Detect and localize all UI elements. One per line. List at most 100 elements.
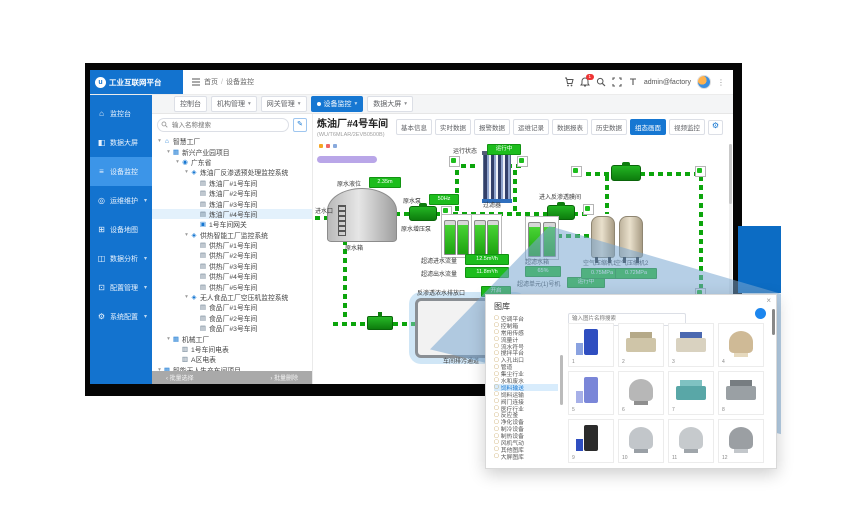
- gallery-item[interactable]: 1: [568, 323, 614, 367]
- gallery-item[interactable]: 8: [718, 371, 764, 415]
- gallery-item[interactable]: 3: [668, 323, 714, 367]
- gallery-scrollbar[interactable]: [772, 309, 775, 335]
- tab-网关管理[interactable]: 网关管理▾: [261, 96, 307, 112]
- tree-node[interactable]: ▣1号车间网关: [152, 219, 312, 229]
- folder-icon: ▢: [494, 343, 499, 349]
- folder-icon: ▢: [494, 371, 499, 377]
- sidebar-item-数据大屏[interactable]: ◧数据大屏: [90, 128, 152, 157]
- avatar[interactable]: [697, 75, 711, 89]
- tree-node[interactable]: ▤供热厂#5号车间: [152, 281, 312, 291]
- gallery-help-button[interactable]: [755, 308, 766, 319]
- tree-node[interactable]: ▤炼油厂#4号车间: [152, 209, 312, 219]
- thumb-accent: [630, 332, 652, 338]
- pipe: [333, 322, 367, 326]
- close-icon[interactable]: ×: [766, 296, 771, 305]
- proj-icon: ▦: [172, 148, 180, 156]
- tree-node[interactable]: ▤食品厂#3号车间: [152, 323, 312, 333]
- tree-node[interactable]: ▤供热厂#4号车间: [152, 271, 312, 281]
- tree-edit-icon[interactable]: ✎: [293, 118, 307, 132]
- tree-node[interactable]: ▾⌂智慧工厂: [152, 136, 312, 146]
- main-scrollbar-thumb[interactable]: [729, 144, 732, 204]
- tree-node-label: 机械工厂: [182, 334, 209, 344]
- gallery-item[interactable]: 2: [618, 323, 664, 367]
- tree-node[interactable]: ▾▦新兴产业园项目: [152, 146, 312, 156]
- equipment-thumb: [629, 379, 653, 401]
- gallery-item[interactable]: 10: [618, 419, 664, 463]
- sidebar-item-设备监控[interactable]: ≡设备监控: [90, 157, 152, 186]
- filter-shape: [483, 154, 511, 200]
- button-实时数据[interactable]: 实时数据: [435, 119, 471, 135]
- diagram-label: 原水液位: [337, 179, 361, 188]
- tree-node[interactable]: ▾◈炼油厂反渗透预处理监控系统: [152, 167, 312, 177]
- cart-icon[interactable]: [564, 77, 574, 87]
- sidebar-item-数据分析[interactable]: ◫数据分析▾: [90, 244, 152, 273]
- sys-icon: ◈: [190, 168, 198, 176]
- tree-node[interactable]: ▾◈供热智能工厂监控系统: [152, 230, 312, 240]
- status-dot-orange: [319, 144, 323, 148]
- sidebar-item-设备地图[interactable]: ⊞设备地图: [90, 215, 152, 244]
- breadcrumb-home[interactable]: 首页: [204, 77, 218, 87]
- fullscreen-icon[interactable]: [612, 77, 622, 87]
- tree-node[interactable]: ▤炼油厂#3号车间: [152, 198, 312, 208]
- button-数据报表[interactable]: 数据报表: [552, 119, 588, 135]
- folder-icon: ▢: [494, 329, 499, 335]
- gallery-item[interactable]: 9: [568, 419, 614, 463]
- bell-icon[interactable]: 1: [580, 77, 590, 87]
- button-历史数据[interactable]: 历史数据: [591, 119, 627, 135]
- category-scrollbar[interactable]: [560, 355, 563, 405]
- tree-node[interactable]: ▤供热厂#1号车间: [152, 240, 312, 250]
- tab-机构管理[interactable]: 机构管理▾: [211, 96, 257, 112]
- button-报警数据[interactable]: 报警数据: [474, 119, 510, 135]
- tree-node-label: 炼油厂#1号车间: [209, 178, 257, 188]
- tree-node[interactable]: ▤食品厂#2号车间: [152, 313, 312, 323]
- tree-node[interactable]: ▥1号车间电表: [152, 344, 312, 354]
- sidebar-item-运维维护[interactable]: ◎运维维护▾: [90, 186, 152, 215]
- home-icon: ⌂: [97, 109, 106, 118]
- hamburger-icon[interactable]: [191, 77, 201, 87]
- more-menu-icon[interactable]: ⋮: [717, 78, 725, 87]
- sidebar-item-系统配置[interactable]: ⚙系统配置▾: [90, 302, 152, 331]
- gallery-item[interactable]: 5: [568, 371, 614, 415]
- sidebar-item-label: 配置管理: [110, 283, 138, 293]
- search-icon[interactable]: [596, 77, 606, 87]
- equipment-thumb: [729, 427, 753, 449]
- tree-node[interactable]: ▤食品厂#1号车间: [152, 302, 312, 312]
- tab-数据大屏[interactable]: 数据大屏▾: [367, 96, 413, 112]
- gallery-category-大屏图库[interactable]: ▢大屏图库: [494, 453, 558, 460]
- gallery-item[interactable]: 7: [668, 371, 714, 415]
- sidebar-item-label: 数据分析: [110, 254, 138, 264]
- gallery-item[interactable]: 4: [718, 323, 764, 367]
- button-运维记录[interactable]: 运维记录: [513, 119, 549, 135]
- shop-icon: ▤: [199, 283, 207, 291]
- gallery-item[interactable]: 12: [718, 419, 764, 463]
- sidebar-item-配置管理[interactable]: ⊡配置管理▾: [90, 273, 152, 302]
- diagram-label: 进水口: [315, 206, 333, 215]
- batch-select-button[interactable]: ‹ 批量选择: [166, 373, 194, 382]
- tree-node[interactable]: ▾▦机械工厂: [152, 333, 312, 343]
- tree-search-input[interactable]: [157, 118, 289, 132]
- gallery-item[interactable]: 6: [618, 371, 664, 415]
- batch-delete-button[interactable]: › 批量删除: [270, 373, 298, 382]
- button-基本信息[interactable]: 基本信息: [396, 119, 432, 135]
- pipe: [395, 212, 409, 216]
- gallery-item[interactable]: 11: [668, 419, 714, 463]
- username[interactable]: admin@factory: [644, 79, 691, 86]
- tree-node[interactable]: ▥A区电表: [152, 354, 312, 364]
- tree-node[interactable]: ▤供热厂#3号车间: [152, 261, 312, 271]
- tree-node[interactable]: ▤供热厂#2号车间: [152, 250, 312, 260]
- button-视频监控[interactable]: 视频监控: [669, 119, 705, 135]
- button-组态画面[interactable]: 组态画面: [630, 119, 666, 135]
- tree-node[interactable]: ▤炼油厂#1号车间: [152, 178, 312, 188]
- tab-设备监控[interactable]: 设备监控▾: [311, 96, 364, 112]
- gallery-item-image: [721, 422, 761, 454]
- language-icon[interactable]: [628, 77, 638, 87]
- tree-node[interactable]: ▾◈无人食品工厂空压机监控系统: [152, 292, 312, 302]
- tab-控制台[interactable]: 控制台: [174, 96, 207, 112]
- tree-node[interactable]: ▤炼油厂#2号车间: [152, 188, 312, 198]
- value-chip: 运行中: [487, 144, 521, 155]
- chevron-down-icon: ▾: [404, 101, 407, 107]
- sidebar-item-监控台[interactable]: ⌂监控台: [90, 99, 152, 128]
- diagram-settings-icon[interactable]: ⚙: [708, 120, 723, 135]
- app-logo[interactable]: u 工业互联网平台: [90, 70, 183, 94]
- tree-node[interactable]: ▾◉广东省: [152, 157, 312, 167]
